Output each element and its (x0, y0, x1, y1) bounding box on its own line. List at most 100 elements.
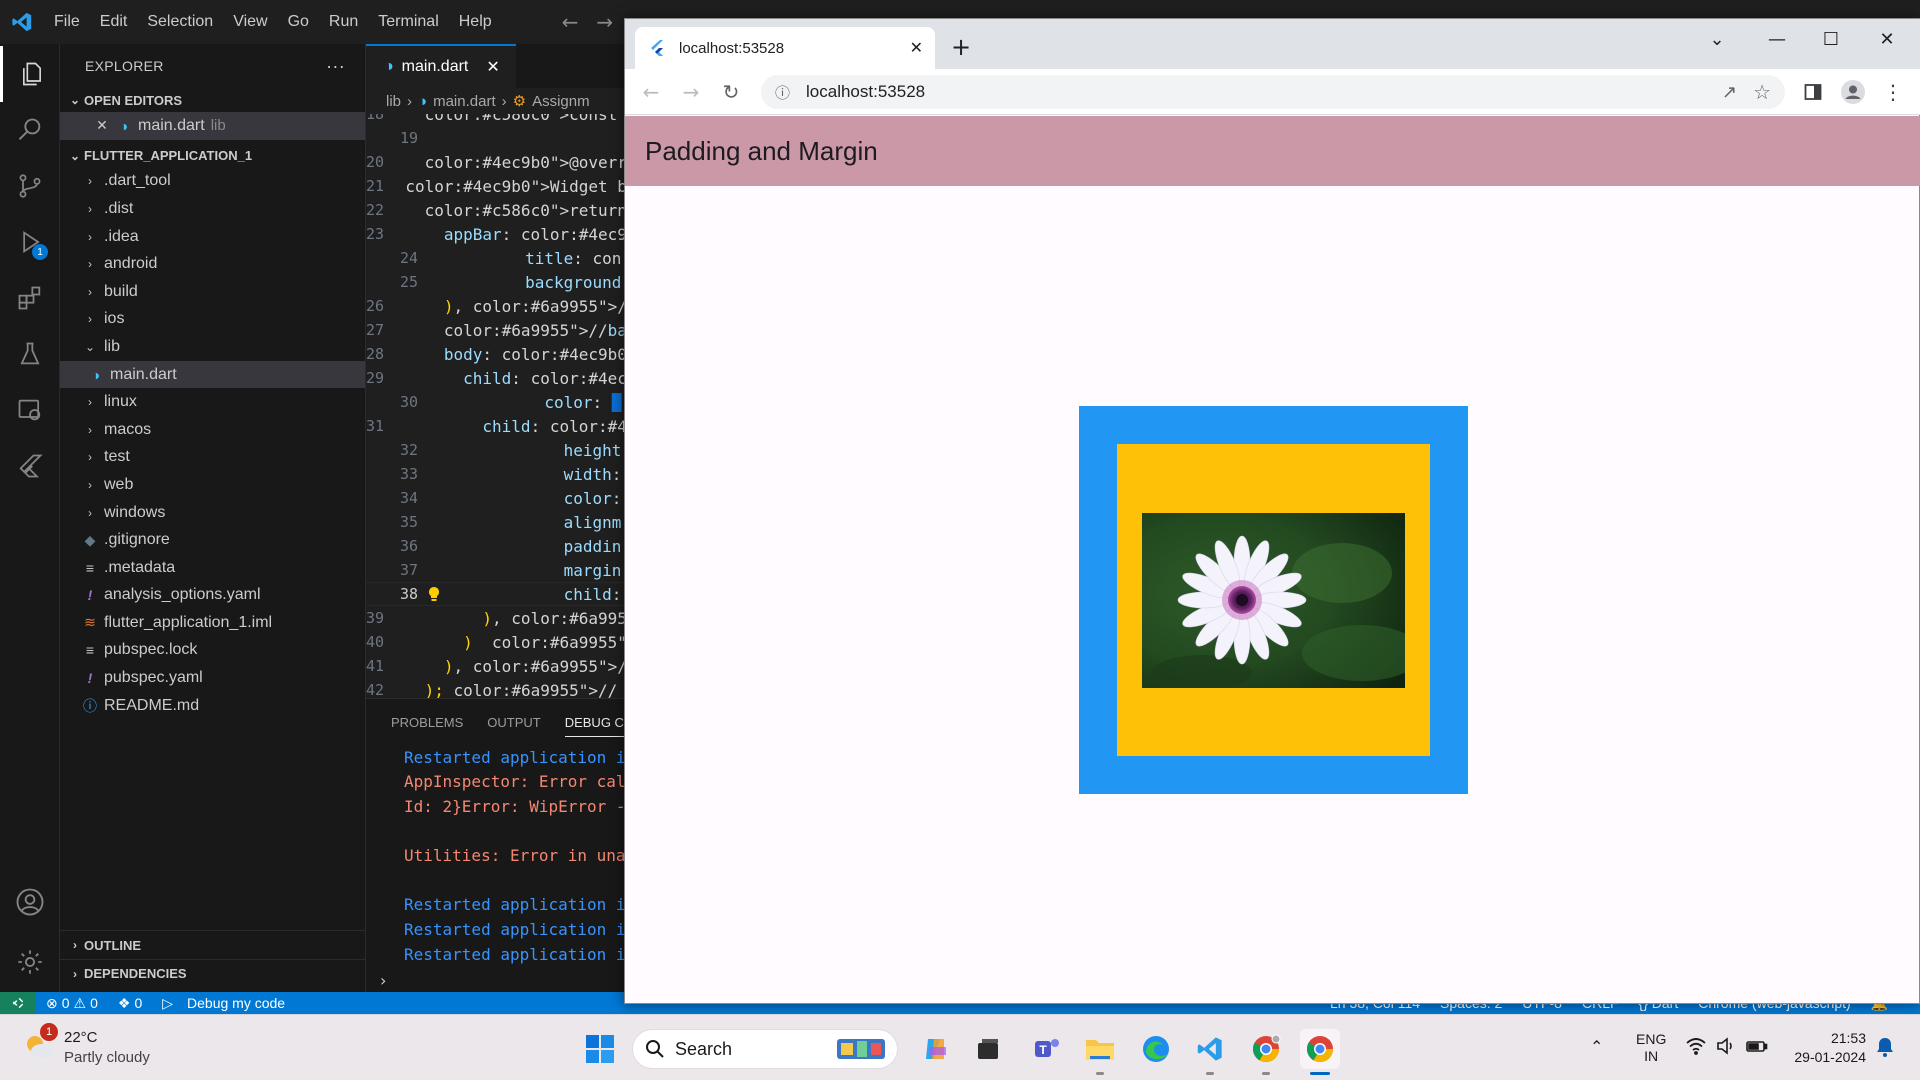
testing-icon[interactable] (0, 326, 60, 382)
forward-icon[interactable]: → (677, 78, 705, 106)
code-line[interactable]: 19 (366, 126, 626, 150)
dependencies-section[interactable]: › DEPENDENCIES (60, 959, 366, 987)
notification-bell-icon[interactable] (1876, 1037, 1894, 1057)
code-line[interactable]: 33 width: (366, 462, 626, 486)
code-line[interactable]: 41 ), color:#6a9955">// color:#4ec9b0">C… (366, 654, 626, 678)
tab-main-dart[interactable]: ◑ main.dart ✕ (366, 44, 516, 88)
code-line[interactable]: 27 color:#6a9955">//background (366, 318, 626, 342)
tree-item-pubspec-yaml[interactable]: ! pubspec.yaml (60, 664, 365, 692)
code-line[interactable]: 31 child: color:#4ec9b0">C (366, 414, 626, 438)
console-prompt-chevron-icon[interactable]: › (380, 971, 386, 990)
tree-item-dist[interactable]: › .dist (60, 195, 365, 223)
clock[interactable]: 21:53 29-01-2024 (1780, 1029, 1866, 1067)
address-bar[interactable]: ⓘ localhost:53528 ↗ ☆ (761, 75, 1785, 109)
vscode-taskbar-icon[interactable] (1190, 1029, 1230, 1075)
code-line[interactable]: 35 alignm (366, 510, 626, 534)
system-tray[interactable] (1686, 1037, 1768, 1055)
menu-go[interactable]: Go (278, 13, 319, 31)
tab-search-chevron-icon[interactable]: ⌄ (1689, 19, 1745, 59)
weather-icon[interactable]: 1 (22, 1023, 58, 1063)
menu-edit[interactable]: Edit (90, 13, 138, 31)
tree-item-idea[interactable]: › .idea (60, 223, 365, 251)
side-panel-icon[interactable] (1799, 78, 1827, 106)
code-line[interactable]: 26 ), color:#6a9955">// color:#4ec9b0">A… (366, 294, 626, 318)
tree-item-metadata[interactable]: ≡ .metadata (60, 554, 365, 582)
tree-item-readme-md[interactable]: ⓘ README.md (60, 692, 365, 720)
menu-view[interactable]: View (223, 13, 277, 31)
show-hidden-icons-chevron-icon[interactable]: ⌃ (1590, 1037, 1603, 1057)
code-line[interactable]: 21 color:#4ec9b0">Widget build(Bui (366, 174, 626, 198)
share-icon[interactable]: ↗ (1722, 82, 1737, 103)
tree-item-android[interactable]: › android (60, 250, 365, 278)
close-icon[interactable]: ✕ (486, 57, 499, 77)
menu-file[interactable]: File (44, 13, 90, 31)
code-line[interactable]: 36 paddin (366, 534, 626, 558)
menu-selection[interactable]: Selection (137, 13, 223, 31)
extensions-icon[interactable] (0, 270, 60, 326)
tree-item-macos[interactable]: › macos (60, 416, 365, 444)
breadcrumb-symbol[interactable]: Assignm (532, 93, 590, 110)
lightbulb-icon[interactable] (420, 586, 448, 602)
code-line[interactable]: 34 color: (366, 486, 626, 510)
tree-item-main-dart[interactable]: ◑ main.dart (60, 360, 365, 389)
outline-section[interactable]: › OUTLINE (60, 931, 366, 959)
project-section[interactable]: ⌄ FLUTTER_APPLICATION_1 (60, 144, 365, 168)
tree-item-gitignore[interactable]: ◆ .gitignore (60, 526, 365, 554)
code-line[interactable]: 29 child: color:#4ec9b0">Con (366, 366, 626, 390)
code-line[interactable]: 30 color: █ (366, 390, 626, 414)
tab-problems[interactable]: PROBLEMS (391, 715, 463, 730)
remote-explorer-icon[interactable] (0, 382, 60, 438)
site-info-icon[interactable]: ⓘ (775, 82, 790, 103)
code-line[interactable]: 28 body: color:#4ec9b0">Center (366, 342, 626, 366)
code-editor[interactable]: 18 color:#c586c0">const Assignment 19 20 c… (366, 114, 626, 698)
accounts-icon[interactable] (0, 874, 60, 930)
close-window-icon[interactable]: ✕ (1859, 19, 1915, 59)
code-line[interactable]: 42 ); color:#6a9955">// color:#4ec9b0">S… (366, 678, 626, 699)
code-line[interactable]: 23 appBar: color:#4ec9b0">AppB (366, 222, 626, 246)
code-line[interactable]: 25 background (366, 270, 626, 294)
tree-item-linux[interactable]: › linux (60, 388, 365, 416)
breadcrumb-file[interactable]: main.dart (433, 93, 496, 110)
code-line[interactable]: 37 margin (366, 558, 626, 582)
reload-icon[interactable]: ↻ (717, 78, 745, 106)
tab-debug-console[interactable]: DEBUG C (564, 715, 624, 737)
code-line[interactable]: 20 color:#4ec9b0">@override (366, 150, 626, 174)
maximize-icon[interactable]: ☐ (1803, 19, 1859, 59)
chrome-dev-icon[interactable] (1246, 1029, 1286, 1075)
tree-item-test[interactable]: › test (60, 444, 365, 472)
start-windows-icon[interactable] (580, 1029, 620, 1069)
browser-tab[interactable]: localhost:53528 ✕ (635, 27, 935, 69)
tree-item-analysis-options-yaml[interactable]: ! analysis_options.yaml (60, 582, 365, 610)
code-line[interactable]: 40 ) color:#6a9955">// color:#4ec9b0">Co… (366, 630, 626, 654)
settings-gear-icon[interactable] (0, 934, 60, 990)
remote-icon[interactable] (0, 992, 36, 1014)
teams-icon[interactable]: T (1026, 1029, 1066, 1069)
close-tab-icon[interactable]: ✕ (910, 38, 923, 58)
code-line[interactable]: 39 ), color:#6a9955">// Co (366, 606, 626, 630)
copilot-icon[interactable] (916, 1029, 956, 1069)
run-debug-icon[interactable]: 1 (0, 214, 60, 270)
open-editors-section[interactable]: ⌄ OPEN EDITORS (60, 88, 365, 112)
tree-item-pubspec-lock[interactable]: ≡ pubspec.lock (60, 637, 365, 665)
back-arrow-icon[interactable]: ← (562, 10, 579, 34)
code-line[interactable]: 22 color:#c586c0">return color:#4ec9b0">… (366, 198, 626, 222)
input-language[interactable]: ENG IN (1636, 1031, 1666, 1065)
flutter-icon[interactable] (0, 438, 60, 494)
tree-item-build[interactable]: › build (60, 278, 365, 306)
task-view-icon[interactable] (968, 1029, 1008, 1069)
problems-status[interactable]: ⊗ 0 ⚠ 0 (36, 995, 108, 1012)
tree-item-ios[interactable]: › ios (60, 306, 365, 334)
edge-icon[interactable] (1136, 1029, 1176, 1069)
more-menu-icon[interactable]: ⋮ (1879, 78, 1907, 106)
forward-arrow-icon[interactable]: → (596, 10, 613, 34)
new-tab-plus-icon[interactable]: + (951, 33, 971, 61)
close-icon[interactable]: ✕ (94, 117, 110, 134)
tree-item-windows[interactable]: › windows (60, 499, 365, 527)
taskbar-search[interactable]: Search (632, 1029, 898, 1069)
weather-condition[interactable]: Partly cloudy (64, 1049, 150, 1066)
source-control-icon[interactable] (0, 158, 60, 214)
menu-terminal[interactable]: Terminal (368, 13, 448, 31)
weather-temp[interactable]: 22°C (64, 1029, 98, 1046)
breadcrumb-lib[interactable]: lib (386, 93, 401, 110)
minimize-icon[interactable]: — (1749, 19, 1805, 59)
